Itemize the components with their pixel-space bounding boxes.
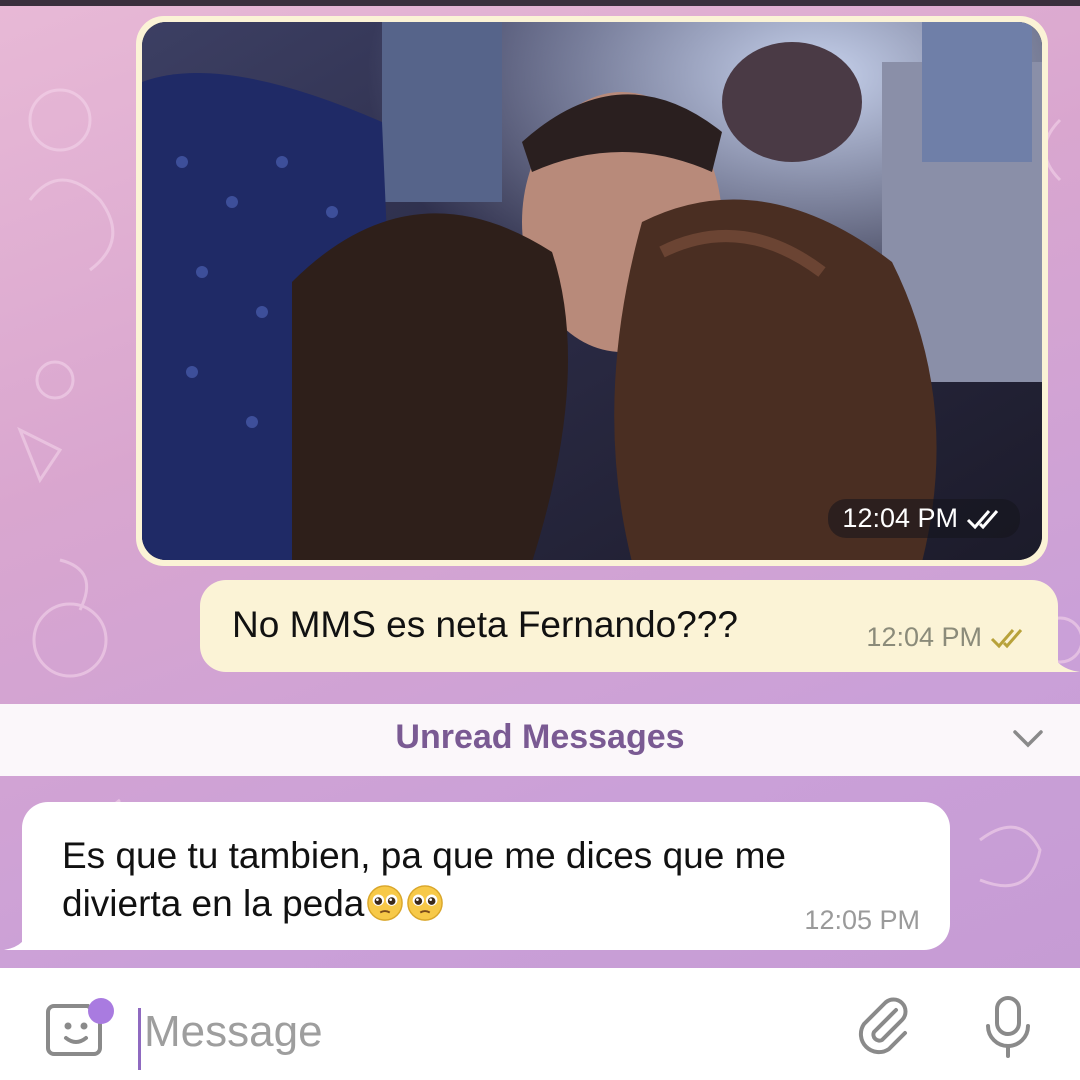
pleading-face-emoji	[367, 885, 404, 921]
incoming-message-bubble[interactable]: Es que tu tambien, pa que me dices que m…	[4, 802, 950, 950]
photo-time: 12:04 PM	[842, 503, 958, 533]
pleading-face-emoji	[407, 885, 444, 921]
paperclip-icon[interactable]	[852, 996, 916, 1060]
incoming-message-line-1: Es que tu tambien, pa que me dices que m…	[62, 835, 786, 876]
microphone-icon[interactable]	[976, 992, 1040, 1062]
incoming-message-text: Es que tu tambien, pa que me dices que m…	[62, 832, 882, 928]
shared-photo[interactable]: 12:04 PM	[142, 22, 1042, 560]
photo-image	[142, 22, 1042, 560]
outgoing-message-meta: 12:04 PM	[866, 622, 1030, 653]
double-check-icon	[966, 509, 999, 529]
incoming-message-time: 12:05 PM	[804, 905, 920, 935]
bubble-tail	[1050, 644, 1080, 672]
outgoing-message-bubble[interactable]: No MMS es neta Fernando??? 12:04 PM	[200, 580, 1080, 672]
incoming-message-line-2: divierta en la peda	[62, 883, 365, 924]
unread-messages-divider: Unread Messages	[0, 704, 1080, 776]
bubble-tail	[4, 924, 30, 950]
photo-meta: 12:04 PM	[828, 499, 1020, 538]
incoming-message-line-2-row: divierta en la peda	[62, 880, 882, 928]
photo-message-bubble[interactable]: 12:04 PM	[136, 16, 1048, 566]
chevron-down-icon[interactable]	[1012, 728, 1044, 750]
text-caret	[138, 1008, 141, 1070]
double-check-icon	[990, 628, 1023, 648]
unread-messages-label: Unread Messages	[395, 718, 685, 756]
message-input[interactable]	[144, 1002, 744, 1062]
outgoing-message-time: 12:04 PM	[866, 622, 982, 652]
message-composer	[0, 968, 1080, 1080]
outgoing-message-text: No MMS es neta Fernando???	[232, 604, 738, 645]
sticker-badge-dot	[88, 998, 114, 1024]
status-strip	[0, 0, 1080, 6]
